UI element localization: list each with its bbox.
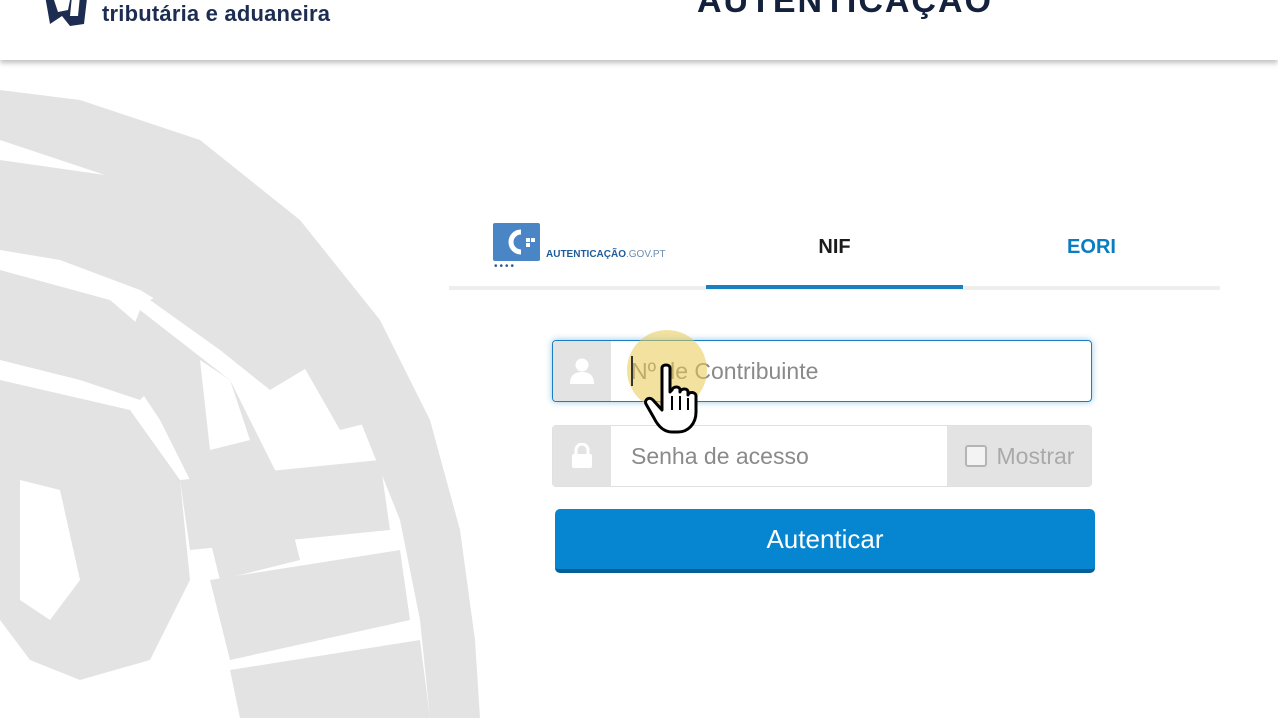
at-logo-icon <box>45 0 87 26</box>
password-input-group: Mostrar <box>552 425 1092 487</box>
auth-method-tabs: •••• AUTENTICAÇÃO.GOV.PT NIF EORI <box>449 205 1220 291</box>
page-title: AUTENTICAÇÃO <box>697 0 993 20</box>
site-header: tributária e aduaneira AUTENTICAÇÃO <box>0 0 1278 60</box>
gov-brand-text: AUTENTICAÇÃO.GOV.PT <box>546 249 666 260</box>
tab-eori-label: EORI <box>1067 236 1116 258</box>
logo-text: tributária e aduaneira <box>102 1 331 26</box>
lock-icon <box>572 443 592 468</box>
login-page: tributária e aduaneira AUTENTICAÇÃO ••••… <box>0 0 1278 718</box>
nif-input[interactable] <box>611 341 1091 401</box>
show-password-toggle[interactable]: Mostrar <box>947 426 1091 486</box>
autenticacao-gov-logo: •••• AUTENTICAÇÃO.GOV.PT <box>493 223 666 272</box>
tab-nif[interactable]: NIF <box>706 205 963 290</box>
tab-autenticacao-gov[interactable]: •••• AUTENTICAÇÃO.GOV.PT <box>449 205 706 290</box>
tab-eori[interactable]: EORI <box>963 205 1220 290</box>
gov-brand-main: AUTENTICAÇÃO <box>546 249 626 260</box>
user-icon <box>570 358 594 384</box>
gov-c-icon <box>508 229 535 255</box>
lock-addon <box>553 426 611 486</box>
user-addon <box>553 341 611 401</box>
active-tab-indicator <box>706 285 963 289</box>
text-caret <box>631 356 633 386</box>
gov-dots: •••• <box>494 261 517 272</box>
tab-nif-label: NIF <box>818 236 851 258</box>
autenticar-button[interactable]: Autenticar <box>555 509 1095 573</box>
nif-input-group <box>552 340 1092 402</box>
password-input[interactable] <box>611 426 947 486</box>
gov-brand-suffix: .GOV.PT <box>626 249 666 260</box>
watermark-emblem <box>0 90 480 718</box>
gov-logo-box <box>493 223 540 261</box>
show-password-checkbox[interactable] <box>964 445 987 467</box>
show-password-label: Mostrar <box>996 442 1075 469</box>
